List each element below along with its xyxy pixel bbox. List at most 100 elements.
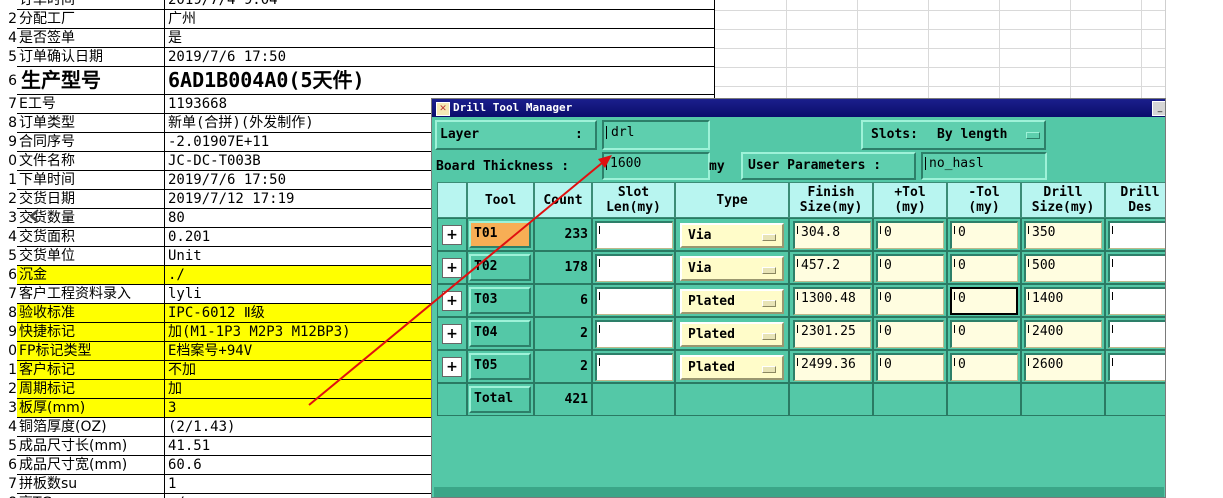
minus-tol-input[interactable]: 0 [950, 320, 1018, 348]
field-label-cell[interactable]: 客户工程资料录入 [17, 285, 165, 304]
minimize-button[interactable]: _ [1152, 101, 1165, 116]
board-thickness-value: 1600 [610, 156, 642, 171]
field-label-cell[interactable]: 成品尺寸长(mm) [17, 437, 165, 456]
finish-size-input[interactable]: 304.8 [793, 221, 871, 249]
drill-des-input[interactable] [1108, 320, 1165, 348]
field-label-cell[interactable]: E工号 [17, 95, 165, 114]
plus-tol-input[interactable]: 0 [876, 320, 944, 348]
field-label-cell[interactable]: 合同序号 [17, 133, 165, 152]
user-parameters-field[interactable]: no_hasl [921, 152, 1047, 180]
table-cell [947, 383, 1021, 416]
field-label-cell[interactable]: 订单时间 [17, 0, 165, 10]
vertical-scrollbar[interactable] [1165, 0, 1223, 498]
drill-size-input[interactable]: 2600 [1024, 353, 1102, 381]
field-value-cell[interactable]: 6AD1B004A0(5天件) [165, 67, 715, 95]
dropdown-toggle-icon [762, 333, 776, 340]
field-label-cell[interactable]: 订单确认日期 [17, 48, 165, 67]
expand-row-icon[interactable]: + [442, 225, 462, 245]
field-label-cell[interactable]: 下单时间 [17, 171, 165, 190]
type-selector[interactable]: Plated [680, 355, 784, 380]
tool-button[interactable]: T04 [469, 320, 531, 347]
text-cursor [1028, 358, 1029, 366]
type-selector[interactable]: Plated [680, 322, 784, 347]
tool-button[interactable]: T01 [469, 221, 531, 248]
expand-row-icon[interactable]: + [442, 258, 462, 278]
slot-length-input[interactable] [595, 254, 673, 282]
field-label-cell[interactable]: FP标记类型 [17, 342, 165, 361]
type-selector[interactable]: Via [680, 256, 784, 281]
drill-des-input[interactable] [1108, 254, 1165, 282]
layer-label-button[interactable]: Layer : [435, 120, 597, 150]
field-label-cell[interactable]: 交货单位 [17, 247, 165, 266]
field-value-cell[interactable]: 是 [165, 29, 715, 48]
expand-row-icon[interactable]: + [442, 357, 462, 377]
plus-tol-input[interactable]: 0 [876, 353, 944, 381]
plus-tol-input[interactable]: 0 [876, 221, 944, 249]
minus-tol-input[interactable]: 0 [950, 287, 1018, 315]
field-label-cell[interactable]: 周期标记 [17, 380, 165, 399]
field-label-cell[interactable]: 文件名称 [17, 152, 165, 171]
row-number: 6 [0, 67, 17, 95]
board-thickness-field[interactable]: 1600 [602, 152, 710, 180]
field-label-cell[interactable]: 生产型号 [17, 67, 165, 95]
field-label-cell[interactable]: 板厚(mm) [17, 399, 165, 418]
dropdown-toggle-icon [1026, 132, 1040, 139]
prev-arrow-icon[interactable]: ‹ [28, 198, 40, 233]
finish-size-input[interactable]: 1300.48 [793, 287, 871, 315]
field-value-cell[interactable]: 2019/7/4 9:04 [165, 0, 715, 10]
finish-size-value: 2499.36 [801, 357, 856, 372]
column-header-drill-size: Drill Size(my) [1021, 182, 1105, 218]
finish-size-input[interactable]: 457.2 [793, 254, 871, 282]
field-label-cell[interactable]: 快捷标记 [17, 323, 165, 342]
drill-size-value: 1400 [1032, 291, 1064, 306]
drill-size-input[interactable]: 500 [1024, 254, 1102, 282]
tool-button[interactable]: T02 [469, 254, 531, 281]
layer-field[interactable]: drl [602, 120, 710, 150]
type-selector[interactable]: Via [680, 223, 784, 248]
field-label-cell[interactable]: 客户标记 [17, 361, 165, 380]
slot-length-input[interactable] [595, 221, 673, 249]
drill-size-input[interactable]: 1400 [1024, 287, 1102, 315]
field-label-cell[interactable]: 是否签单 [17, 29, 165, 48]
field-label-cell[interactable]: 验收标准 [17, 304, 165, 323]
drill-des-input[interactable] [1108, 221, 1165, 249]
field-label-cell[interactable]: 高TG [17, 494, 165, 498]
field-label-cell[interactable]: 沉金 [17, 266, 165, 285]
text-cursor [606, 126, 607, 139]
dialog-titlebar[interactable]: ✕ Drill Tool Manager _ [432, 99, 1165, 117]
field-label-cell[interactable]: 订单类型 [17, 114, 165, 133]
field-label-cell[interactable]: 成品尺寸宽(mm) [17, 456, 165, 475]
slot-length-input[interactable] [595, 353, 673, 381]
text-cursor [1028, 259, 1029, 267]
minus-tol-input[interactable]: 0 [950, 221, 1018, 249]
finish-size-input[interactable]: 2499.36 [793, 353, 871, 381]
type-selector[interactable]: Plated [680, 289, 784, 314]
slot-length-input[interactable] [595, 287, 673, 315]
minus-tol-input[interactable]: 0 [950, 353, 1018, 381]
drill-des-input[interactable] [1108, 353, 1165, 381]
field-label-cell[interactable]: 拼板数su [17, 475, 165, 494]
total-button[interactable]: Total [469, 386, 531, 413]
tool-button[interactable]: T03 [469, 287, 531, 314]
drill-des-input[interactable] [1108, 287, 1165, 315]
field-label-cell[interactable]: 分配工厂 [17, 10, 165, 29]
drill-size-input[interactable]: 2400 [1024, 320, 1102, 348]
minus-tol-input[interactable]: 0 [950, 254, 1018, 282]
slot-length-input[interactable] [595, 320, 673, 348]
expand-row-icon[interactable]: + [442, 324, 462, 344]
user-parameters-button[interactable]: User Parameters : [741, 152, 916, 180]
field-label-cell[interactable]: 铜箔厚度(OZ) [17, 418, 165, 437]
slots-selector[interactable]: Slots: By length [861, 120, 1046, 150]
field-value-cell[interactable]: 2019/7/6 17:50 [165, 48, 715, 67]
plus-tol-input[interactable]: 0 [876, 254, 944, 282]
drill-size-input[interactable]: 350 [1024, 221, 1102, 249]
row-number: 9 [0, 323, 17, 342]
plus-tol-input[interactable]: 0 [876, 287, 944, 315]
field-value-cell[interactable]: 广州 [165, 10, 715, 29]
expand-row-icon[interactable]: + [442, 291, 462, 311]
tool-button[interactable]: T05 [469, 353, 531, 380]
finish-size-input[interactable]: 2301.25 [793, 320, 871, 348]
table-cell [1105, 383, 1165, 416]
row-number: 3 [0, 209, 17, 228]
horizontal-scrollbar[interactable] [434, 487, 1164, 497]
